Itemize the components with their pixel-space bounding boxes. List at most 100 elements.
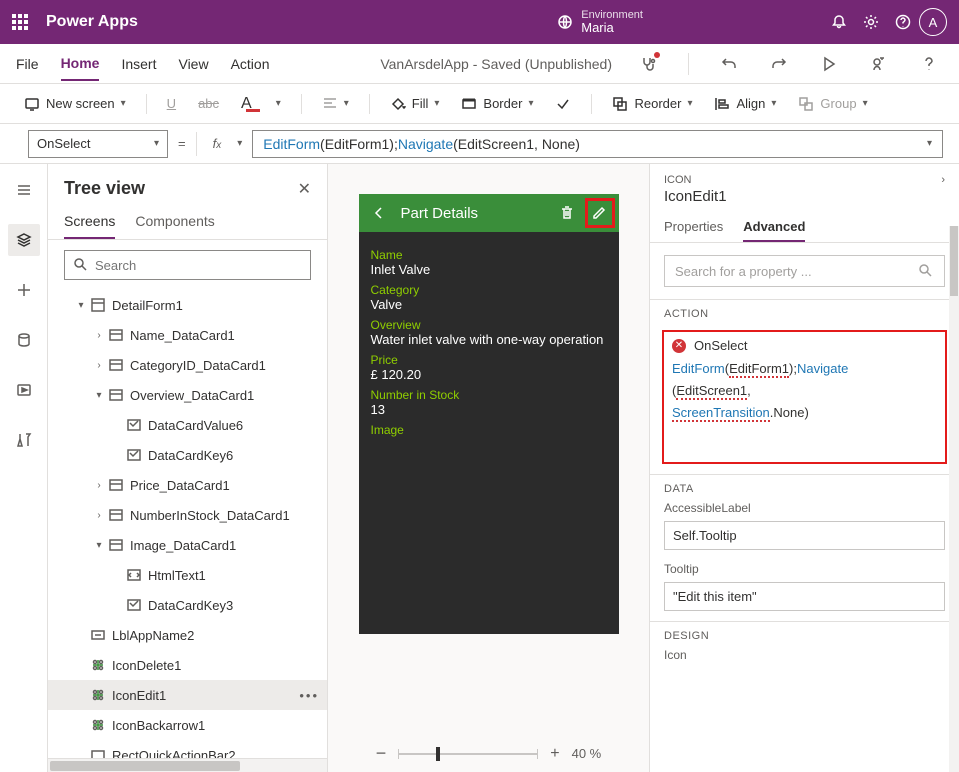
onselect-property[interactable]: ✕ OnSelect EditForm(EditForm1);Navigate … bbox=[662, 330, 947, 464]
app-checker-button[interactable] bbox=[634, 50, 662, 78]
menu-view[interactable]: View bbox=[178, 48, 208, 80]
tree-node-LblAppName2[interactable]: LblAppName2 bbox=[48, 620, 327, 650]
media-icon bbox=[16, 382, 32, 398]
tab-components[interactable]: Components bbox=[135, 205, 214, 239]
undo-icon bbox=[721, 56, 737, 72]
align-text-button[interactable]: ▾ bbox=[314, 92, 357, 116]
tooltip-value[interactable]: "Edit this item" bbox=[664, 582, 945, 611]
border-icon bbox=[461, 96, 477, 112]
menu-insert[interactable]: Insert bbox=[121, 48, 156, 80]
waffle-icon[interactable] bbox=[12, 12, 32, 32]
field-label: Overview bbox=[371, 318, 607, 332]
field-label: Category bbox=[371, 283, 607, 297]
tree-node-IconEdit1[interactable]: IconEdit1••• bbox=[48, 680, 327, 710]
play-button[interactable] bbox=[815, 50, 843, 78]
preview-titlebar: Part Details bbox=[359, 194, 619, 232]
env-name: Maria bbox=[581, 21, 643, 35]
formula-expand[interactable]: ▾ bbox=[927, 138, 932, 149]
panel-expand[interactable]: › bbox=[941, 174, 945, 186]
strikethrough-button[interactable]: abc bbox=[190, 92, 227, 115]
tree-hscroll[interactable] bbox=[48, 758, 327, 772]
help-menu-button[interactable] bbox=[915, 50, 943, 78]
group-button[interactable]: Group▾ bbox=[790, 92, 875, 116]
settings-button[interactable] bbox=[855, 6, 887, 38]
tree-node-Overview_DataCard1[interactable]: ▾Overview_DataCard1 bbox=[48, 380, 327, 410]
database-icon bbox=[16, 332, 32, 348]
tree-search-input[interactable] bbox=[95, 258, 302, 273]
help-icon bbox=[921, 56, 937, 72]
align-button[interactable]: Align▾ bbox=[706, 92, 784, 116]
tree-node-CategoryID_DataCard1[interactable]: ›CategoryID_DataCard1 bbox=[48, 350, 327, 380]
tree-search[interactable] bbox=[64, 250, 311, 280]
format-check-button[interactable] bbox=[547, 92, 579, 116]
zoom-slider[interactable] bbox=[398, 753, 538, 755]
reorder-button[interactable]: Reorder▾ bbox=[604, 92, 700, 116]
tree-node-IconBackarrow1[interactable]: IconBackarrow1 bbox=[48, 710, 327, 740]
tree-node-IconDelete1[interactable]: IconDelete1 bbox=[48, 650, 327, 680]
equals-sign: = bbox=[178, 136, 186, 151]
fx-expand[interactable]: ▾ bbox=[237, 138, 242, 149]
rail-hamburger[interactable] bbox=[8, 174, 40, 206]
undo-button[interactable] bbox=[715, 50, 743, 78]
field-label: Name bbox=[371, 248, 607, 262]
zoom-in[interactable]: + bbox=[550, 745, 559, 763]
tree-node-RectQuickActionBar2[interactable]: RectQuickActionBar2 bbox=[48, 740, 327, 758]
onselect-code[interactable]: EditForm(EditForm1);Navigate (EditScreen… bbox=[672, 359, 937, 424]
underline-button[interactable]: U bbox=[159, 92, 184, 115]
rail-media[interactable] bbox=[8, 374, 40, 406]
fill-button[interactable]: Fill▾ bbox=[382, 92, 448, 116]
tab-properties[interactable]: Properties bbox=[664, 213, 723, 242]
preview-title: Part Details bbox=[401, 205, 545, 222]
align-icon bbox=[322, 96, 338, 112]
properties-panel: ICON › IconEdit1 Properties Advanced Sea… bbox=[649, 164, 959, 772]
prop-vscroll[interactable] bbox=[949, 226, 959, 772]
zoom-out[interactable]: − bbox=[376, 743, 387, 764]
share-button[interactable] bbox=[865, 50, 893, 78]
hamburger-icon bbox=[16, 182, 32, 198]
property-selector[interactable]: OnSelect▾ bbox=[28, 130, 168, 158]
app-file-title: VanArsdelApp - Saved (Unpublished) bbox=[380, 56, 612, 72]
menu-home[interactable]: Home bbox=[61, 47, 100, 81]
tab-screens[interactable]: Screens bbox=[64, 205, 115, 239]
new-screen-button[interactable]: New screen▾ bbox=[16, 92, 134, 116]
menu-file[interactable]: File bbox=[16, 48, 39, 80]
tree-node-DataCardKey3[interactable]: DataCardKey3 bbox=[48, 590, 327, 620]
notifications-button[interactable] bbox=[823, 6, 855, 38]
edit-icon[interactable] bbox=[589, 203, 609, 223]
help-button[interactable] bbox=[887, 6, 919, 38]
section-action: ACTION bbox=[650, 299, 959, 324]
gear-icon bbox=[863, 14, 879, 30]
phone-preview: Part Details NameInlet ValveCategoryValv… bbox=[359, 194, 619, 634]
menu-action[interactable]: Action bbox=[231, 48, 270, 80]
back-icon[interactable] bbox=[369, 203, 389, 223]
field-label: Image bbox=[371, 423, 607, 437]
tree-node-DataCardValue6[interactable]: DataCardValue6 bbox=[48, 410, 327, 440]
environment-picker[interactable]: Environment Maria bbox=[557, 9, 643, 35]
tree-node-NumberInStock_DataCard1[interactable]: ›NumberInStock_DataCard1 bbox=[48, 500, 327, 530]
rail-data[interactable] bbox=[8, 324, 40, 356]
rail-tree[interactable] bbox=[8, 224, 40, 256]
delete-icon[interactable] bbox=[557, 203, 577, 223]
border-button[interactable]: Border▾ bbox=[453, 92, 541, 116]
prop-search[interactable]: Search for a property ... bbox=[664, 255, 945, 287]
tree-node-Image_DataCard1[interactable]: ▾Image_DataCard1 bbox=[48, 530, 327, 560]
bucket-icon bbox=[390, 96, 406, 112]
redo-button[interactable] bbox=[765, 50, 793, 78]
font-color-button[interactable]: A▾ bbox=[233, 91, 289, 117]
play-icon bbox=[821, 56, 837, 72]
tree-node-DataCardKey6[interactable]: DataCardKey6 bbox=[48, 440, 327, 470]
accessible-value[interactable]: Self.Tooltip bbox=[664, 521, 945, 550]
tree-close-button[interactable]: ✕ bbox=[298, 179, 311, 199]
tree-node-Price_DataCard1[interactable]: ›Price_DataCard1 bbox=[48, 470, 327, 500]
user-avatar[interactable]: A bbox=[919, 8, 947, 36]
formula-input[interactable]: EditForm(EditForm1);Navigate(EditScreen1… bbox=[252, 130, 943, 158]
onselect-label: OnSelect bbox=[694, 338, 747, 353]
tree-node-DetailForm1[interactable]: ▾DetailForm1 bbox=[48, 290, 327, 320]
tree-node-Name_DataCard1[interactable]: ›Name_DataCard1 bbox=[48, 320, 327, 350]
tab-advanced[interactable]: Advanced bbox=[743, 213, 805, 242]
rail-tools[interactable] bbox=[8, 424, 40, 456]
zoom-control: − + 40 % bbox=[376, 743, 602, 764]
field-value: Inlet Valve bbox=[371, 262, 607, 277]
tree-node-HtmlText1[interactable]: HtmlText1 bbox=[48, 560, 327, 590]
rail-insert[interactable] bbox=[8, 274, 40, 306]
